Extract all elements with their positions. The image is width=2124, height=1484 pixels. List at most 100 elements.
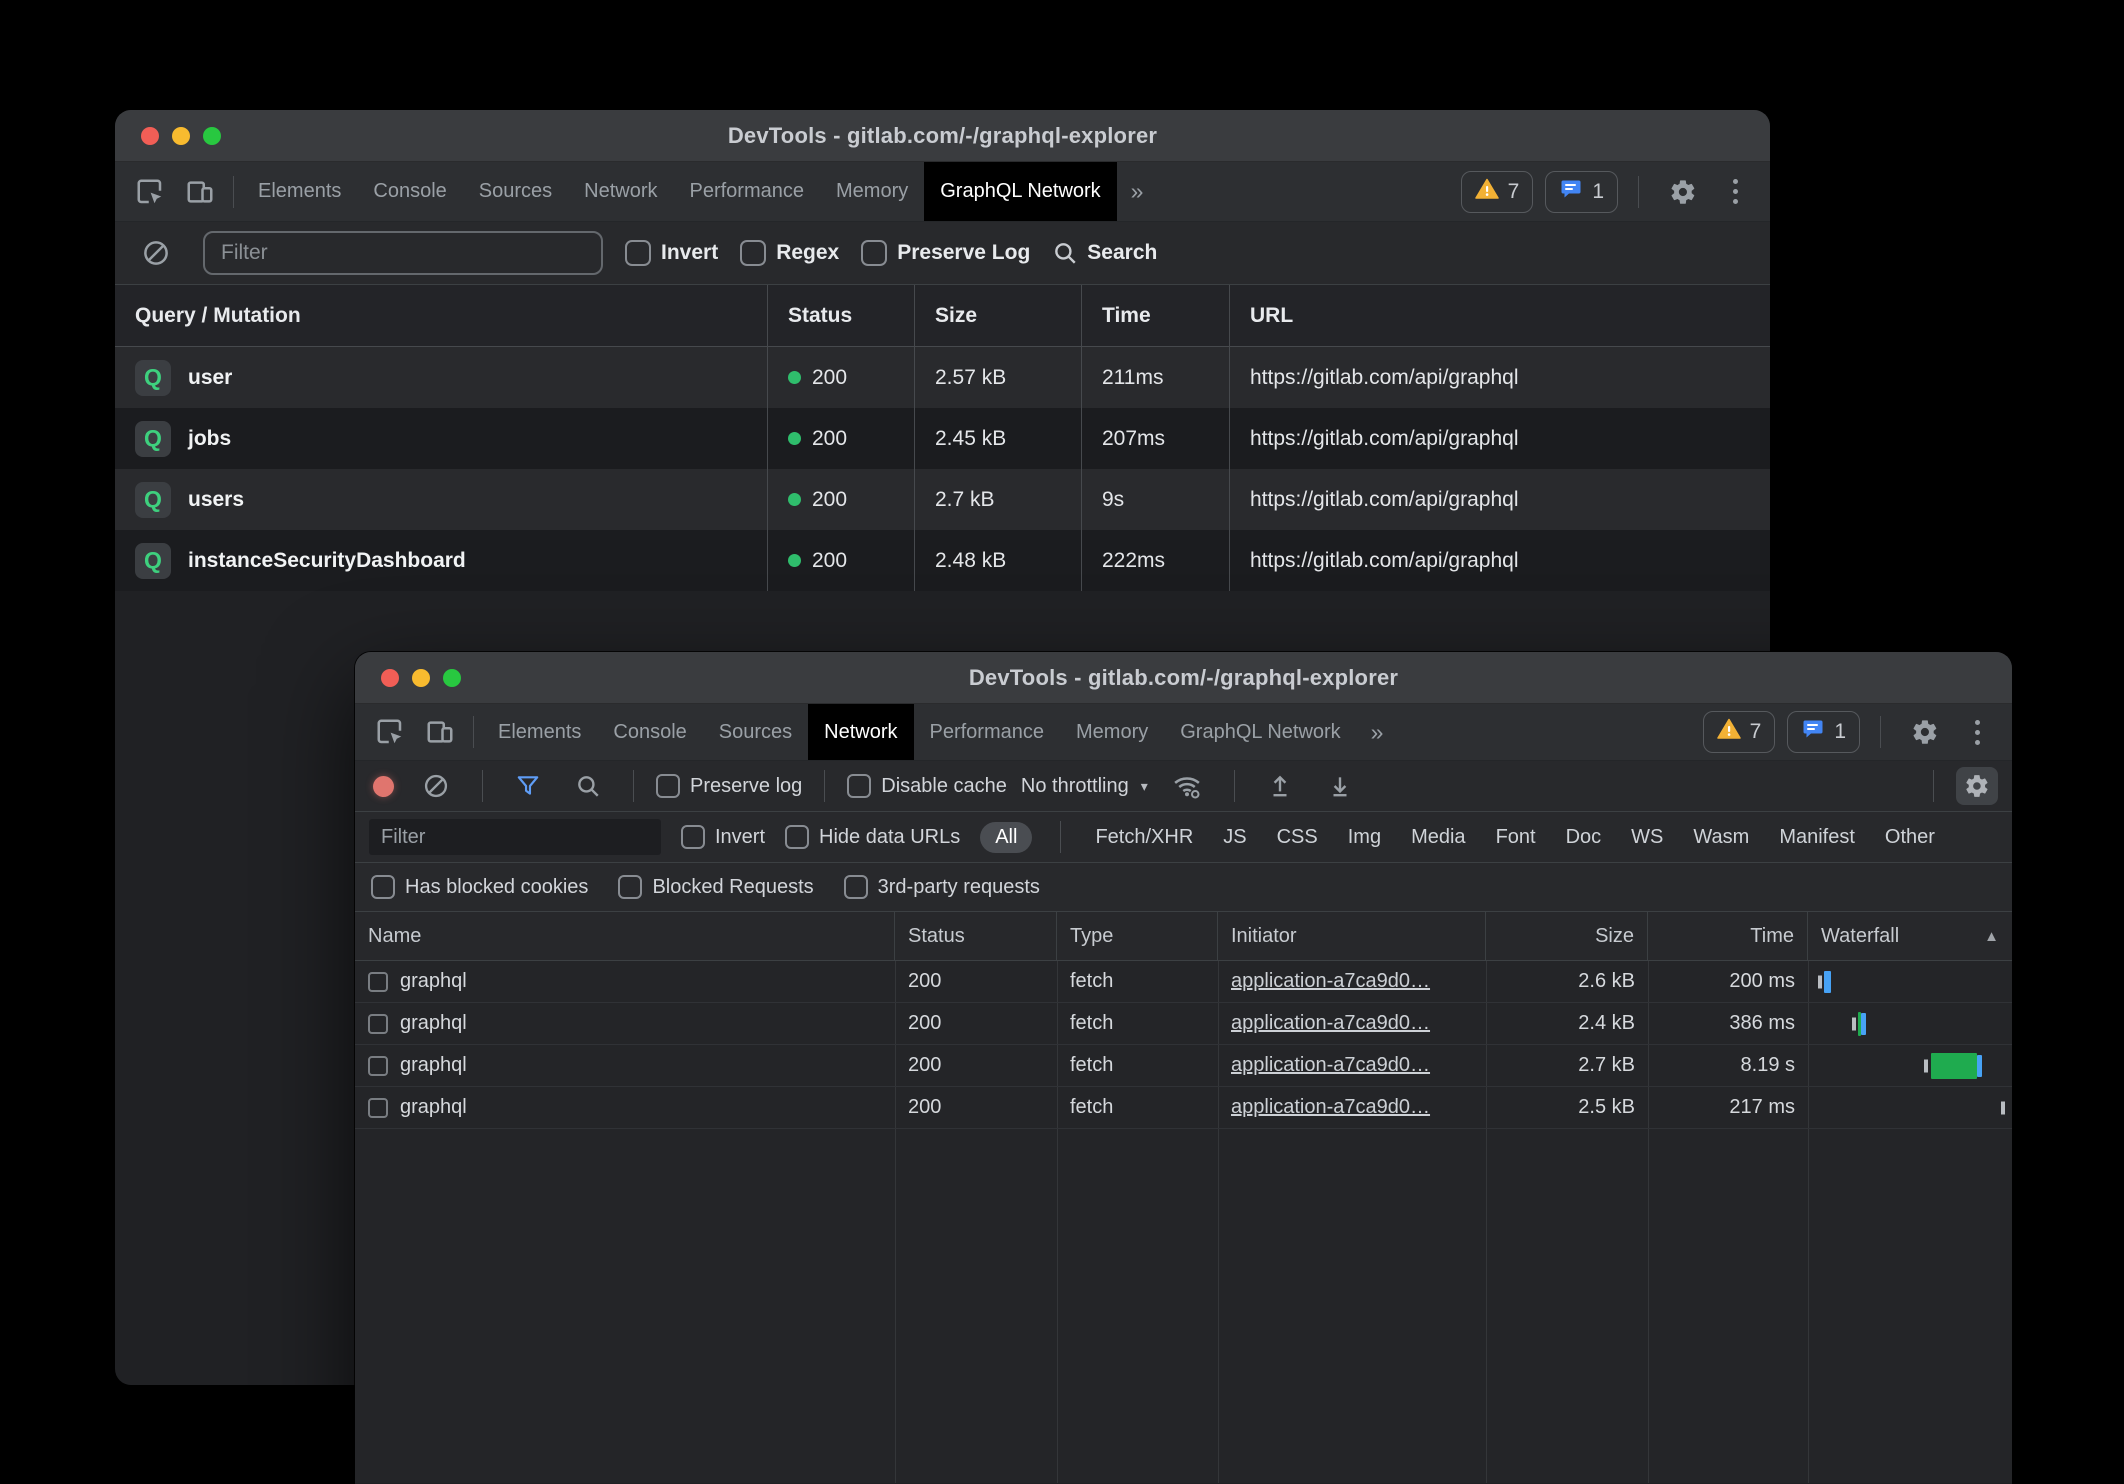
- network-settings-gear-icon[interactable]: [1956, 767, 1998, 805]
- search-button[interactable]: Search: [1052, 240, 1157, 266]
- row-checkbox[interactable]: [368, 972, 388, 992]
- checkbox[interactable]: [740, 240, 766, 266]
- initiator-link[interactable]: application-a7ca9d0…: [1231, 1054, 1430, 1077]
- column-header-name[interactable]: Name: [355, 912, 895, 960]
- export-har-icon[interactable]: [1317, 773, 1363, 799]
- filter-chip-img[interactable]: Img: [1342, 822, 1387, 853]
- tab-sources[interactable]: Sources: [463, 162, 568, 221]
- column-header-query-mutation[interactable]: Query / Mutation: [115, 285, 768, 346]
- initiator-link[interactable]: application-a7ca9d0…: [1231, 1012, 1430, 1035]
- kebab-menu-icon[interactable]: [1961, 720, 1994, 745]
- filter-chip-js[interactable]: JS: [1217, 822, 1252, 853]
- throttling-dropdown[interactable]: No throttling ▾: [1021, 775, 1148, 798]
- tab-memory[interactable]: Memory: [1060, 704, 1164, 760]
- disable-cache-checkbox[interactable]: Disable cache: [847, 774, 1007, 798]
- checkbox[interactable]: [844, 875, 868, 899]
- device-toolbar-icon[interactable]: [175, 162, 225, 221]
- filter-chip-css[interactable]: CSS: [1271, 822, 1324, 853]
- tab-graphql-network[interactable]: GraphQL Network: [1164, 704, 1356, 760]
- table-row[interactable]: graphql 200 fetch application-a7ca9d0… 2…: [355, 1045, 2012, 1087]
- filter-chip-fetch-xhr[interactable]: Fetch/XHR: [1089, 822, 1199, 853]
- checkbox[interactable]: [625, 240, 651, 266]
- preserve-log-checkbox[interactable]: Preserve log: [656, 774, 802, 798]
- network-conditions-icon[interactable]: [1162, 771, 1212, 801]
- checkbox[interactable]: [618, 875, 642, 899]
- inspect-element-icon[interactable]: [125, 162, 175, 221]
- column-header-waterfall[interactable]: Waterfall ▲: [1808, 912, 2012, 960]
- column-header-time[interactable]: Time: [1648, 912, 1808, 960]
- checkbox[interactable]: [861, 240, 887, 266]
- tab-network[interactable]: Network: [568, 162, 673, 221]
- close-window-button[interactable]: [381, 669, 399, 687]
- has-blocked-cookies-checkbox[interactable]: Has blocked cookies: [371, 875, 588, 899]
- preserve-log-checkbox[interactable]: Preserve Log: [861, 240, 1030, 266]
- invert-checkbox[interactable]: Invert: [681, 825, 765, 849]
- fullscreen-window-button[interactable]: [203, 127, 221, 145]
- minimize-window-button[interactable]: [172, 127, 190, 145]
- column-header-status[interactable]: Status: [768, 285, 915, 346]
- more-tabs-chevron[interactable]: »: [1357, 704, 1398, 760]
- minimize-window-button[interactable]: [412, 669, 430, 687]
- table-row[interactable]: QinstanceSecurityDashboard 200 2.48 kB 2…: [115, 530, 1770, 591]
- kebab-menu-icon[interactable]: [1719, 179, 1752, 204]
- search-icon[interactable]: [565, 773, 611, 799]
- checkbox[interactable]: [681, 825, 705, 849]
- tab-sources[interactable]: Sources: [703, 704, 808, 760]
- tab-elements[interactable]: Elements: [242, 162, 357, 221]
- initiator-link[interactable]: application-a7ca9d0…: [1231, 970, 1430, 993]
- titlebar[interactable]: DevTools - gitlab.com/-/graphql-explorer: [355, 652, 2012, 704]
- settings-gear-icon[interactable]: [1659, 178, 1707, 206]
- tab-memory[interactable]: Memory: [820, 162, 924, 221]
- filter-chip-font[interactable]: Font: [1490, 822, 1542, 853]
- hide-data-urls-checkbox[interactable]: Hide data URLs: [785, 825, 960, 849]
- blocked-requests-checkbox[interactable]: Blocked Requests: [618, 875, 813, 899]
- column-header-type[interactable]: Type: [1057, 912, 1218, 960]
- tab-elements[interactable]: Elements: [482, 704, 597, 760]
- import-har-icon[interactable]: [1257, 773, 1303, 799]
- column-header-time[interactable]: Time: [1082, 285, 1230, 346]
- invert-checkbox[interactable]: Invert: [625, 240, 718, 266]
- inspect-element-icon[interactable]: [365, 704, 415, 760]
- column-header-size[interactable]: Size: [915, 285, 1082, 346]
- messages-badge[interactable]: 1: [1545, 171, 1618, 213]
- checkbox[interactable]: [371, 875, 395, 899]
- row-checkbox[interactable]: [368, 1014, 388, 1034]
- initiator-link[interactable]: application-a7ca9d0…: [1231, 1096, 1430, 1119]
- regex-checkbox[interactable]: Regex: [740, 240, 839, 266]
- filter-chip-other[interactable]: Other: [1879, 822, 1941, 853]
- column-header-status[interactable]: Status: [895, 912, 1057, 960]
- checkbox[interactable]: [847, 774, 871, 798]
- device-toolbar-icon[interactable]: [415, 704, 465, 760]
- tab-console[interactable]: Console: [357, 162, 462, 221]
- tab-console[interactable]: Console: [597, 704, 702, 760]
- checkbox[interactable]: [656, 774, 680, 798]
- filter-input[interactable]: [369, 819, 661, 855]
- tab-performance[interactable]: Performance: [914, 704, 1061, 760]
- checkbox[interactable]: [785, 825, 809, 849]
- table-row[interactable]: graphql 200 fetch application-a7ca9d0… 2…: [355, 961, 2012, 1003]
- titlebar[interactable]: DevTools - gitlab.com/-/graphql-explorer: [115, 110, 1770, 162]
- filter-chip-all[interactable]: All: [980, 822, 1032, 853]
- filter-chip-wasm[interactable]: Wasm: [1687, 822, 1755, 853]
- column-header-url[interactable]: URL: [1230, 285, 1770, 346]
- more-tabs-chevron[interactable]: »: [1117, 162, 1158, 221]
- table-row[interactable]: Qusers 200 2.7 kB 9s https://gitlab.com/…: [115, 469, 1770, 530]
- tab-performance[interactable]: Performance: [674, 162, 821, 221]
- table-row[interactable]: graphql 200 fetch application-a7ca9d0… 2…: [355, 1003, 2012, 1045]
- tab-network[interactable]: Network: [808, 704, 913, 760]
- tab-graphql-network[interactable]: GraphQL Network: [924, 162, 1116, 221]
- warnings-badge[interactable]: 7: [1703, 711, 1776, 753]
- filter-chip-manifest[interactable]: Manifest: [1773, 822, 1861, 853]
- clear-icon[interactable]: [131, 238, 181, 268]
- filter-input[interactable]: [203, 231, 603, 275]
- third-party-requests-checkbox[interactable]: 3rd-party requests: [844, 875, 1040, 899]
- row-checkbox[interactable]: [368, 1056, 388, 1076]
- filter-chip-doc[interactable]: Doc: [1560, 822, 1608, 853]
- table-row[interactable]: Qjobs 200 2.45 kB 207ms https://gitlab.c…: [115, 408, 1770, 469]
- table-row[interactable]: Quser 200 2.57 kB 211ms https://gitlab.c…: [115, 347, 1770, 408]
- filter-funnel-icon[interactable]: [505, 773, 551, 799]
- settings-gear-icon[interactable]: [1901, 718, 1949, 746]
- record-button[interactable]: [373, 776, 394, 797]
- clear-icon[interactable]: [412, 772, 460, 800]
- messages-badge[interactable]: 1: [1787, 711, 1860, 753]
